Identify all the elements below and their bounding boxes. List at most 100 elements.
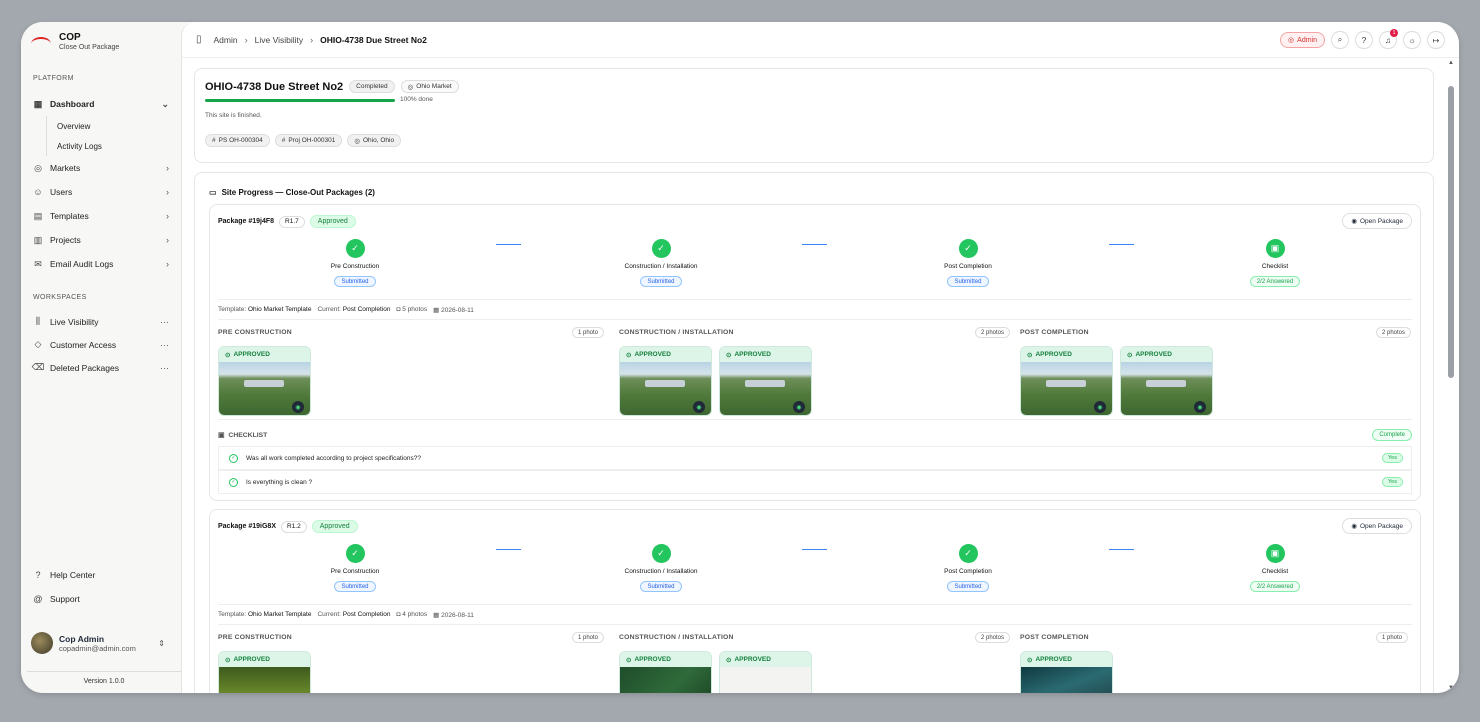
column-title: POST COMPLETION — [1020, 329, 1089, 336]
photo-status: APPROVED — [634, 351, 671, 358]
calendar-icon: ▦ — [433, 612, 440, 619]
admin-badge[interactable]: ◎ Admin — [1280, 32, 1325, 48]
step-construction: ✓ Construction / Installation Submitted — [601, 239, 721, 288]
sidebar-item-users[interactable]: ☺ Users › — [27, 180, 175, 204]
approved-label: ⊙ APPROVED — [620, 347, 711, 362]
approved-label: ⊙ APPROVED — [219, 652, 310, 667]
scrollbar[interactable]: ▲ ▼ — [1443, 58, 1459, 693]
photo-status: APPROVED — [734, 351, 771, 358]
calendar-icon: ▦ — [433, 307, 440, 314]
photo-thumbnail[interactable]: ⊙ APPROVED ◉ — [619, 346, 712, 416]
sidebar-item-deleted-packages[interactable]: ⌫ Deleted Packages ··· — [27, 356, 175, 379]
check-icon: ✓ — [651, 544, 671, 563]
step-label: Construction / Installation — [624, 263, 698, 270]
package-header: Package #19iG8X R1.2 Approved — [218, 520, 358, 533]
photo-thumbnail[interactable]: ⊙ APPROVED — [218, 651, 311, 693]
divider — [218, 319, 1412, 320]
photo-thumbnail[interactable]: ⊙ APPROVED — [1020, 651, 1113, 693]
logout-button[interactable]: ↦ — [1427, 31, 1445, 49]
scroll-up-icon[interactable]: ▲ — [1448, 60, 1454, 66]
more-icon[interactable]: ··· — [160, 317, 169, 327]
site-progress-fill — [205, 99, 395, 102]
location-icon: ◉ — [793, 401, 805, 413]
step-construction: ✓ Construction / Installation Submitted — [601, 544, 721, 593]
step-badge: Submitted — [640, 581, 682, 592]
approved-badge: Approved — [309, 215, 356, 228]
progress-section-title: Site Progress — Close-Out Packages (2) — [221, 188, 375, 197]
sidebar-item-projects[interactable]: ▥ Projects › — [27, 228, 175, 252]
checklist-title: CHECKLIST — [228, 431, 268, 439]
step-badge: Submitted — [947, 581, 989, 592]
sidebar-item-support[interactable]: @ Support — [27, 587, 175, 611]
camera-icon: ◘ — [396, 611, 401, 618]
open-package-button[interactable]: ◉ Open Package — [1342, 518, 1412, 534]
column-count: 2 photos — [975, 632, 1011, 643]
sidebar-toggle-icon[interactable]: ▯ — [196, 34, 202, 45]
sidebar-subitem-activity-logs[interactable]: Activity Logs — [46, 136, 175, 156]
app-window: COP Close Out Package PLATFORM ▦ Dashboa… — [21, 22, 1459, 693]
photo-thumbnail[interactable]: ⊙ APPROVED ◉ — [218, 346, 311, 416]
tag-project: # Proj OH-000301 — [274, 134, 343, 147]
chevron-updown-icon: ⇕ — [158, 638, 165, 648]
approved-badge: Approved — [311, 520, 358, 533]
location-icon: ◉ — [292, 401, 304, 413]
sidebar-item-help-center[interactable]: ? Help Center — [27, 563, 175, 587]
photo-thumbnail[interactable]: ⊙ APPROVED — [719, 651, 812, 693]
checklist-item: ✓ Was all work completed according to pro… — [218, 446, 1412, 470]
photo-thumbnail[interactable]: ⊙ APPROVED — [619, 651, 712, 693]
step-connector — [1109, 549, 1134, 550]
column-title: PRE CONSTRUCTION — [218, 634, 292, 641]
photo-thumbnail[interactable]: ⊙ APPROVED ◉ — [1120, 346, 1213, 416]
sidebar-item-live-visibility[interactable]: ⫼ Live Visibility ··· — [27, 310, 175, 333]
column-title: CONSTRUCTION / INSTALLATION — [619, 634, 734, 641]
tag-location: ◎ Ohio, Ohio — [347, 134, 402, 147]
search-button[interactable]: ⌕ — [1331, 31, 1349, 49]
breadcrumb-admin[interactable]: Admin — [214, 35, 238, 45]
breadcrumb-live-visibility[interactable]: Live Visibility — [255, 35, 304, 45]
hash-icon: # — [212, 137, 216, 144]
sidebar-item-dashboard[interactable]: ▦ Dashboard ⌄ — [27, 92, 175, 116]
open-package-button[interactable]: ◉ Open Package — [1342, 213, 1412, 229]
site-header-card: OHIO-4738 Due Street No2 Completed ◎ Ohi… — [194, 68, 1434, 163]
sidebar-subitem-overview[interactable]: Overview — [46, 116, 175, 136]
trash-icon: ⌫ — [31, 362, 45, 372]
checklist-item: ✓ Is everything is clean ? Yes — [218, 470, 1412, 494]
package-id[interactable]: Package #19j4F8 — [218, 218, 274, 225]
help-button[interactable]: ? — [1355, 31, 1373, 49]
sidebar-item-label: Users — [50, 187, 73, 197]
column-count: 2 photos — [1376, 327, 1412, 338]
camera-icon: ◘ — [396, 306, 401, 313]
scroll-down-icon[interactable]: ▼ — [1448, 685, 1454, 691]
photo-status: APPROVED — [734, 656, 771, 663]
file-icon: ▤ — [33, 210, 43, 221]
photo-thumbnail[interactable]: ⊙ APPROVED ◉ — [719, 346, 812, 416]
sidebar-item-customer-access[interactable]: ◇ Customer Access ··· — [27, 333, 175, 356]
more-icon[interactable]: ··· — [160, 340, 169, 350]
revision-badge: R1.7 — [279, 215, 305, 228]
sidebar-item-templates[interactable]: ▤ Templates › — [27, 204, 175, 228]
photo-thumbnail[interactable]: ⊙ APPROVED ◉ — [1020, 346, 1113, 416]
sidebar-item-label: Support — [50, 594, 80, 604]
package-id[interactable]: Package #19iG8X — [218, 523, 276, 530]
tree-photo — [1021, 667, 1112, 693]
column-count: 1 photo — [572, 632, 605, 643]
chevron-down-icon: ⌄ — [161, 98, 169, 109]
logout-icon: ↦ — [1432, 35, 1440, 45]
admin-badge-label: Admin — [1297, 36, 1317, 44]
user-menu[interactable]: Cop Admin copadmin@admin.com ⇕ — [31, 632, 165, 654]
brand[interactable]: COP Close Out Package — [31, 32, 119, 51]
checklist-answer: Yes — [1382, 453, 1403, 463]
more-icon[interactable]: ··· — [160, 363, 169, 373]
approved-label: ⊙ APPROVED — [219, 347, 310, 362]
step-connector — [1109, 244, 1134, 245]
notifications-button[interactable]: ♫ 1 — [1379, 29, 1398, 49]
sidebar-item-markets[interactable]: ◎ Markets › — [27, 156, 175, 180]
brand-logo-icon — [31, 35, 51, 49]
checklist-question: Was all work completed according to proj… — [246, 454, 421, 462]
sidebar-item-email-audit-logs[interactable]: ✉ Email Audit Logs › — [27, 252, 175, 276]
theme-toggle-button[interactable]: ☼ — [1403, 31, 1421, 49]
site-title: OHIO-4738 Due Street No2 — [205, 80, 344, 93]
scrollbar-thumb[interactable] — [1448, 86, 1454, 378]
field-photo: ◉ — [1121, 362, 1212, 415]
main-panel: ▯ Admin › Live Visibility › OHIO-4738 Du… — [181, 22, 1459, 693]
